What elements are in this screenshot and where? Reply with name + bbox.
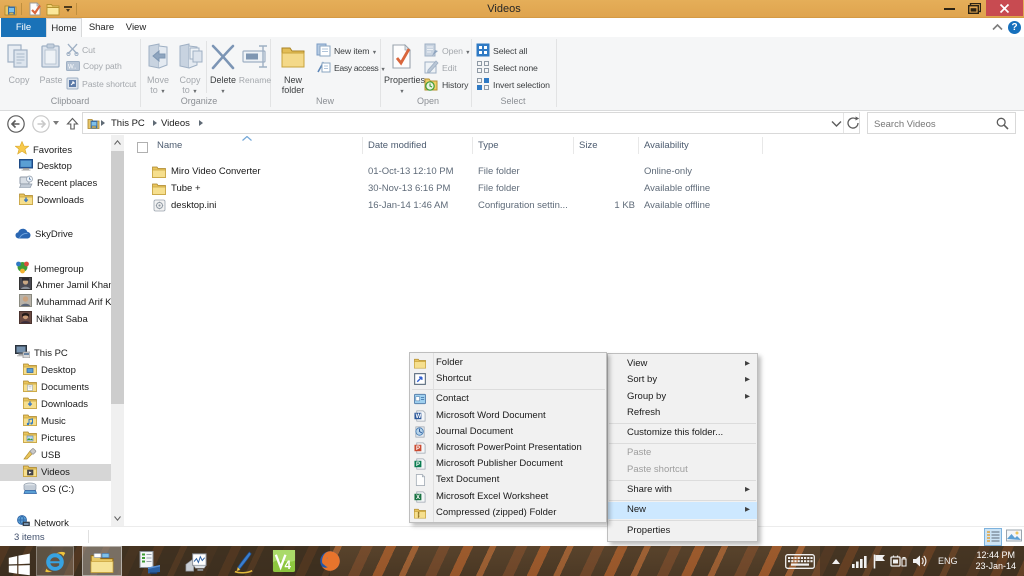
svg-text:W..: W.. <box>68 65 77 71</box>
svg-text:4: 4 <box>284 560 291 572</box>
svg-text:P: P <box>416 462 420 468</box>
svg-text:W: W <box>416 414 422 420</box>
svg-text:X: X <box>416 495 420 501</box>
svg-text:P: P <box>416 446 420 452</box>
